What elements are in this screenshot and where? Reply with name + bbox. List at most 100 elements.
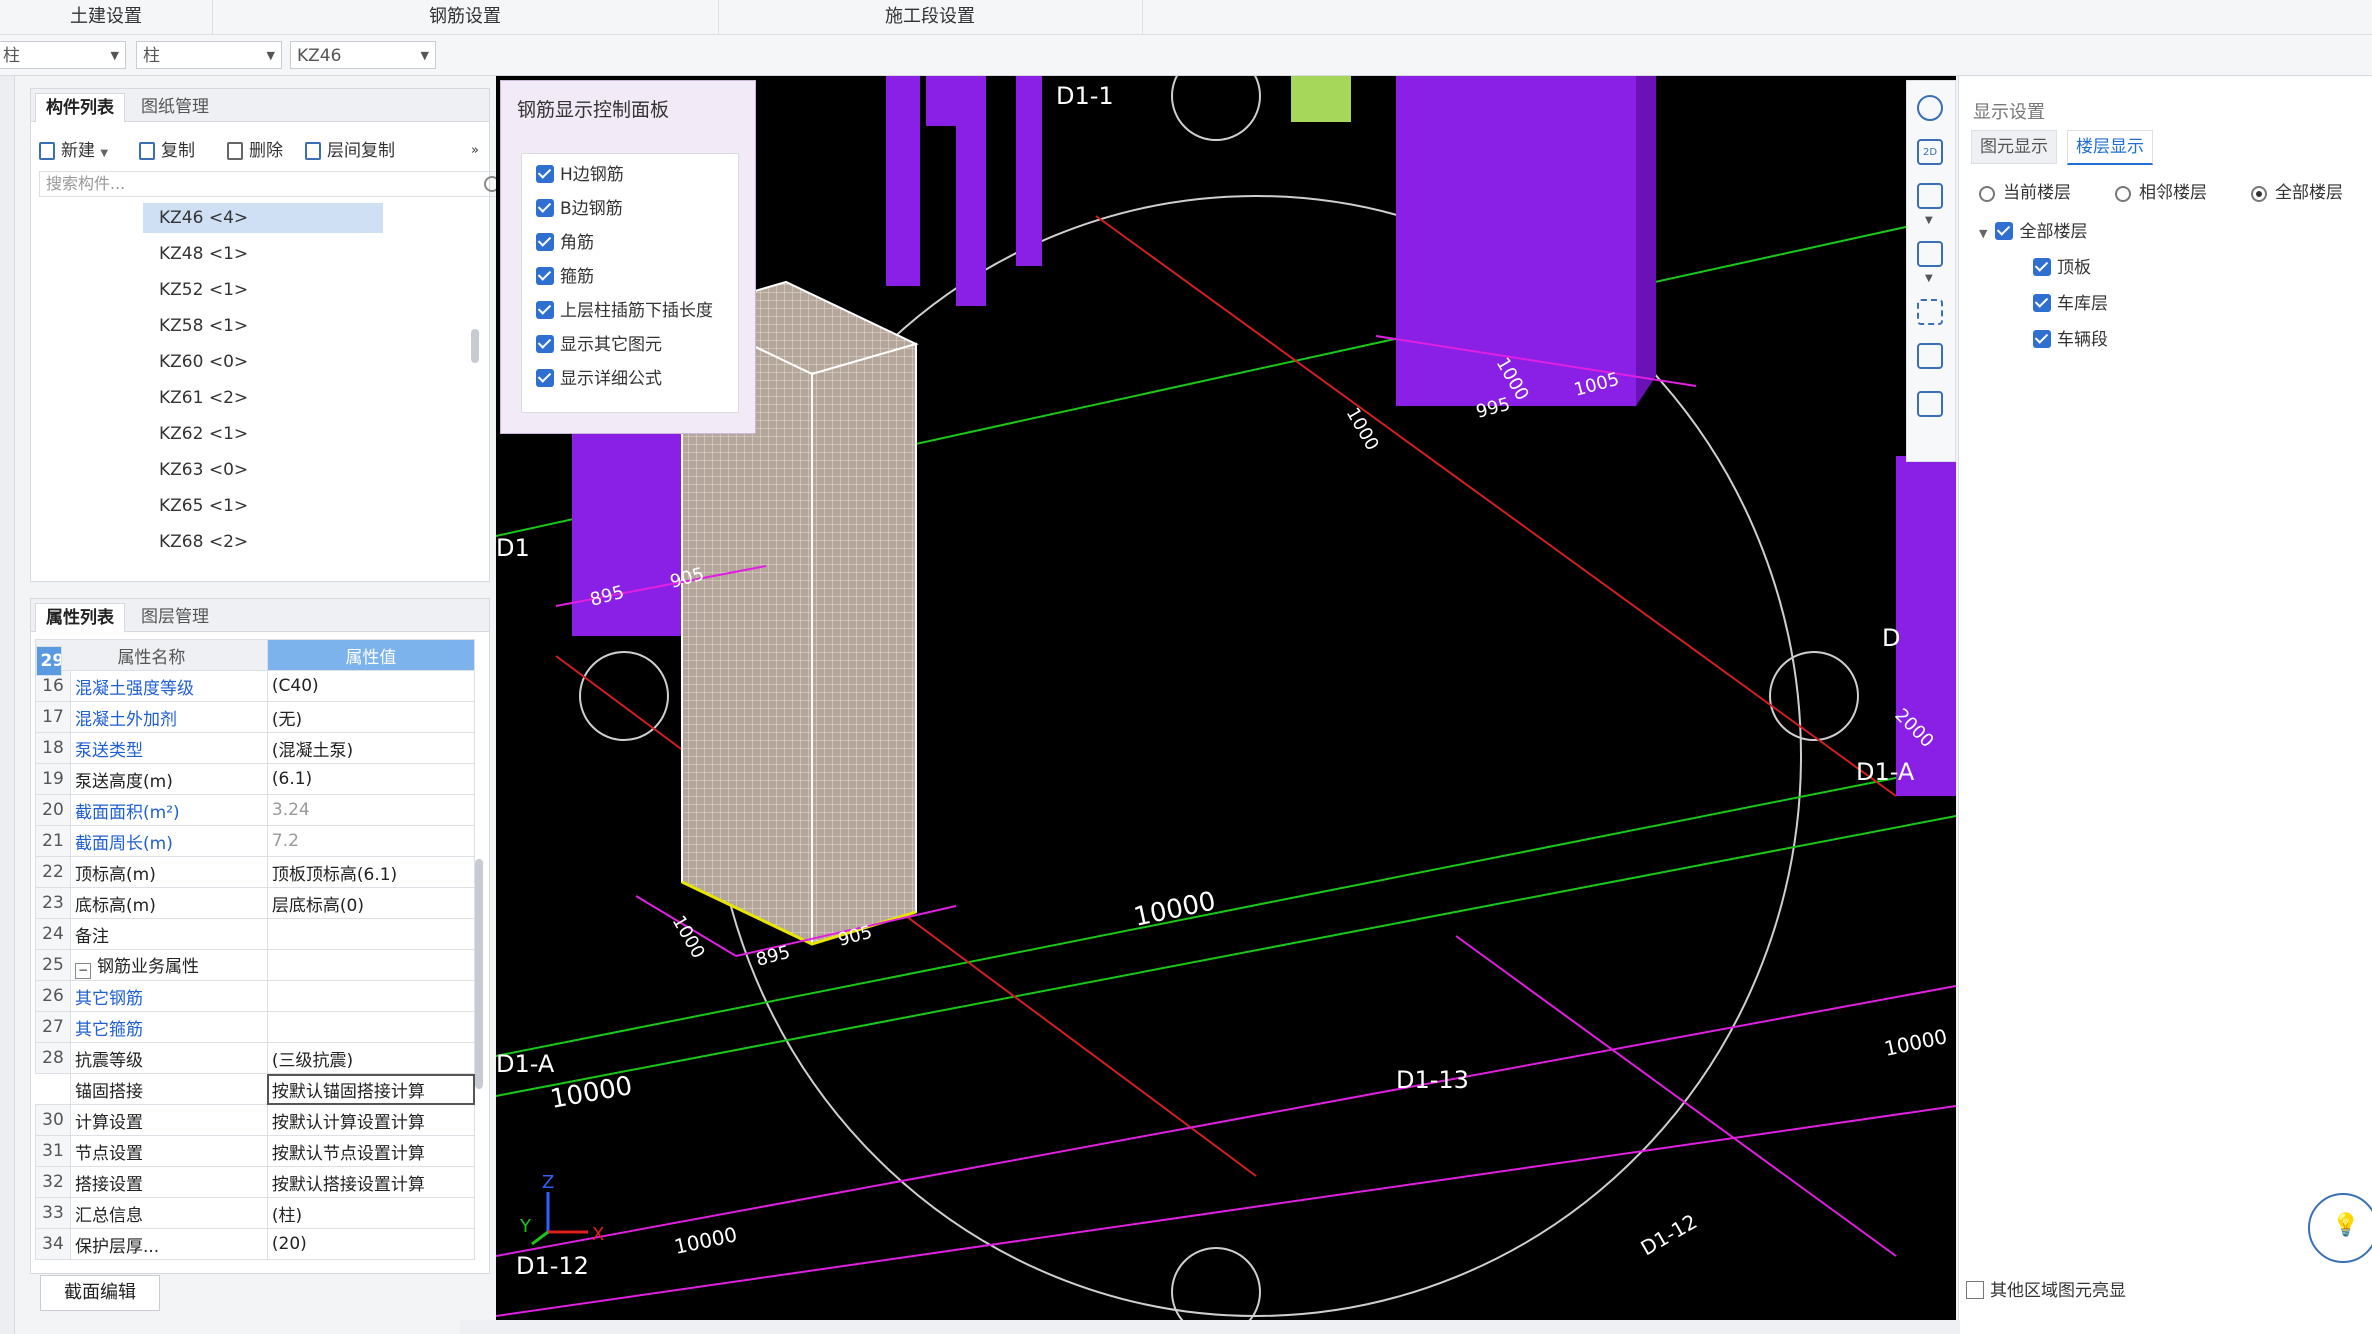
option-corner-rebar[interactable]: 角筋 (536, 230, 594, 256)
fit-view-icon[interactable] (1917, 299, 1943, 325)
property-value[interactable]: (C40) (266, 670, 476, 702)
checkbox-checked-icon[interactable] (536, 369, 554, 387)
table-row[interactable]: 23 底标高(m) 层底标高(0) (35, 887, 476, 919)
checkbox-checked-icon[interactable] (536, 335, 554, 353)
table-row[interactable]: 16 混凝土强度等级 (C40) (35, 670, 476, 702)
lightbulb-icon[interactable]: 💡 (2308, 1193, 2372, 1263)
property-value[interactable]: 按默认搭接设置计算 (266, 1166, 476, 1198)
option-show-other[interactable]: 显示其它图元 (536, 332, 662, 358)
tab-property-list[interactable]: 属性列表 (35, 603, 125, 632)
table-row[interactable]: 26 其它钢筋 (35, 980, 476, 1012)
table-row[interactable]: 17 混凝土外加剂 (无) (35, 701, 476, 733)
table-row[interactable]: 32 搭接设置 按默认搭接设置计算 (35, 1166, 476, 1198)
chevron-down-icon[interactable]: ▼ (1979, 227, 1987, 240)
list-item[interactable]: KZ58 <1> (143, 311, 383, 341)
radio-icon[interactable] (2115, 186, 2131, 202)
checkbox-checked-icon[interactable] (536, 165, 554, 183)
tab-component-list[interactable]: 构件列表 (35, 93, 125, 122)
checkbox-icon[interactable] (1966, 1281, 1984, 1299)
radio-icon[interactable] (1979, 186, 1995, 202)
option-h-rebar[interactable]: H边钢筋 (536, 162, 624, 188)
table-row[interactable]: 29 锚固搭接按默认锚固搭接计算 (35, 645, 476, 1105)
property-value[interactable]: 顶板顶标高(6.1) (266, 856, 476, 888)
tab-section-settings[interactable]: 施工段设置 (718, 0, 1143, 34)
tab-layer-management[interactable]: 图层管理 (131, 603, 219, 631)
option-show-formula[interactable]: 显示详细公式 (536, 366, 662, 392)
checkbox-checked-icon[interactable] (2033, 258, 2051, 276)
property-value[interactable]: (20) (266, 1228, 476, 1260)
table-row[interactable]: 27 其它箍筋 (35, 1011, 476, 1043)
copy-button[interactable]: 复制 (139, 137, 195, 165)
radio-selected-icon[interactable] (2251, 186, 2267, 202)
property-scrollbar[interactable] (475, 859, 483, 1089)
bright-other-checkbox[interactable]: 其他区域图元亮显 (1966, 1276, 2126, 1301)
cube-icon[interactable] (1917, 241, 1943, 267)
table-row[interactable]: 34 保护层厚... (20) (35, 1228, 476, 1260)
list-item[interactable]: KZ48 <1> (143, 239, 383, 269)
checkbox-checked-icon[interactable] (536, 301, 554, 319)
tab-drawing-management[interactable]: 图纸管理 (131, 93, 219, 121)
checkbox-checked-icon[interactable] (1995, 222, 2014, 240)
table-row[interactable]: 18 泵送类型 (混凝土泵) (35, 732, 476, 764)
property-value[interactable]: 按默认锚固搭接计算 (266, 1073, 476, 1105)
table-row[interactable]: 33 汇总信息 (柱) (35, 1197, 476, 1229)
property-value[interactable]: (6.1) (266, 763, 476, 795)
component-search-input[interactable]: 搜索构件... (39, 171, 509, 197)
floor-select[interactable]: 柱 ▼ (0, 41, 126, 69)
tree-item-vehicle-section[interactable]: 车辆段 (2033, 326, 2108, 354)
table-row[interactable]: 28 抗震等级 (三级抗震) (35, 1042, 476, 1074)
table-row[interactable]: 24 备注 (35, 918, 476, 950)
property-value[interactable]: 按默认节点设置计算 (266, 1135, 476, 1167)
option-stirrup[interactable]: 箍筋 (536, 264, 594, 290)
chevron-down-icon[interactable]: ▼ (1925, 215, 1933, 226)
table-row[interactable]: 25− 钢筋业务属性 (35, 949, 476, 981)
collapse-toggle-icon[interactable]: − (75, 962, 91, 979)
table-row[interactable]: 22 顶标高(m) 顶板顶标高(6.1) (35, 856, 476, 888)
list-item[interactable]: KZ60 <0> (143, 347, 383, 377)
list-item[interactable]: KZ68 <2> (143, 527, 383, 557)
list-item[interactable]: KZ61 <2> (143, 383, 383, 413)
property-value[interactable]: (无) (266, 701, 476, 733)
list-item[interactable]: KZ52 <1> (143, 275, 383, 305)
tab-rebar-settings[interactable]: 钢筋设置 (212, 0, 719, 34)
tab-civil-settings[interactable]: 土建设置 (0, 0, 213, 34)
rebar-column-side[interactable] (811, 342, 917, 946)
component-select[interactable]: KZ46 ▼ (290, 41, 436, 69)
orbit-icon[interactable] (1917, 95, 1943, 121)
checkbox-checked-icon[interactable] (536, 233, 554, 251)
list-item[interactable]: KZ65 <1> (143, 491, 383, 521)
2d-view-icon[interactable]: 2D (1917, 139, 1943, 165)
checkbox-checked-icon[interactable] (2033, 330, 2051, 348)
table-row[interactable]: 30 计算设置 按默认计算设置计算 (35, 1104, 476, 1136)
list-item[interactable]: KZ62 <1> (143, 419, 383, 449)
table-row[interactable]: 21 截面周长(m) 7.2 (35, 825, 476, 857)
radio-current-floor[interactable]: 当前楼层 (1979, 180, 2071, 206)
iso-view-icon[interactable] (1917, 343, 1943, 369)
floor-copy-button[interactable]: 层间复制 (305, 137, 395, 165)
delete-button[interactable]: 删除 (227, 137, 283, 165)
new-button[interactable]: 新建 ▼ (39, 137, 108, 165)
table-row[interactable]: 20 截面面积(m²) 3.24 (35, 794, 476, 826)
tree-root-all-floors[interactable]: ▼ 全部楼层 (1979, 218, 2087, 246)
property-value[interactable]: 层底标高(0) (266, 887, 476, 919)
checkbox-checked-icon[interactable] (536, 199, 554, 217)
list-item[interactable]: KZ63 <0> (143, 455, 383, 485)
tree-item-garage[interactable]: 车库层 (2033, 290, 2108, 318)
property-value[interactable] (266, 980, 476, 1012)
list-scrollbar[interactable] (471, 329, 479, 363)
list-item[interactable]: KZ46 <4> (143, 203, 383, 233)
property-value[interactable] (266, 1011, 476, 1043)
option-insert-length[interactable]: 上层柱插筋下插长度 (536, 298, 713, 324)
property-value[interactable]: (三级抗震) (266, 1042, 476, 1074)
tab-floor-display[interactable]: 楼层显示 (2067, 130, 2153, 165)
more-tools-icon[interactable]: » (471, 137, 479, 165)
checkbox-checked-icon[interactable] (536, 267, 554, 285)
option-b-rebar[interactable]: B边钢筋 (536, 196, 623, 222)
table-row[interactable]: 19 泵送高度(m) (6.1) (35, 763, 476, 795)
chevron-down-icon[interactable]: ▼ (1925, 273, 1933, 284)
property-value[interactable]: (混凝土泵) (266, 732, 476, 764)
checkbox-checked-icon[interactable] (2033, 294, 2051, 312)
section-edit-button[interactable]: 截面编辑 (40, 1275, 160, 1311)
property-value[interactable]: 按默认计算设置计算 (266, 1104, 476, 1136)
type-select[interactable]: 柱 ▼ (136, 41, 282, 69)
